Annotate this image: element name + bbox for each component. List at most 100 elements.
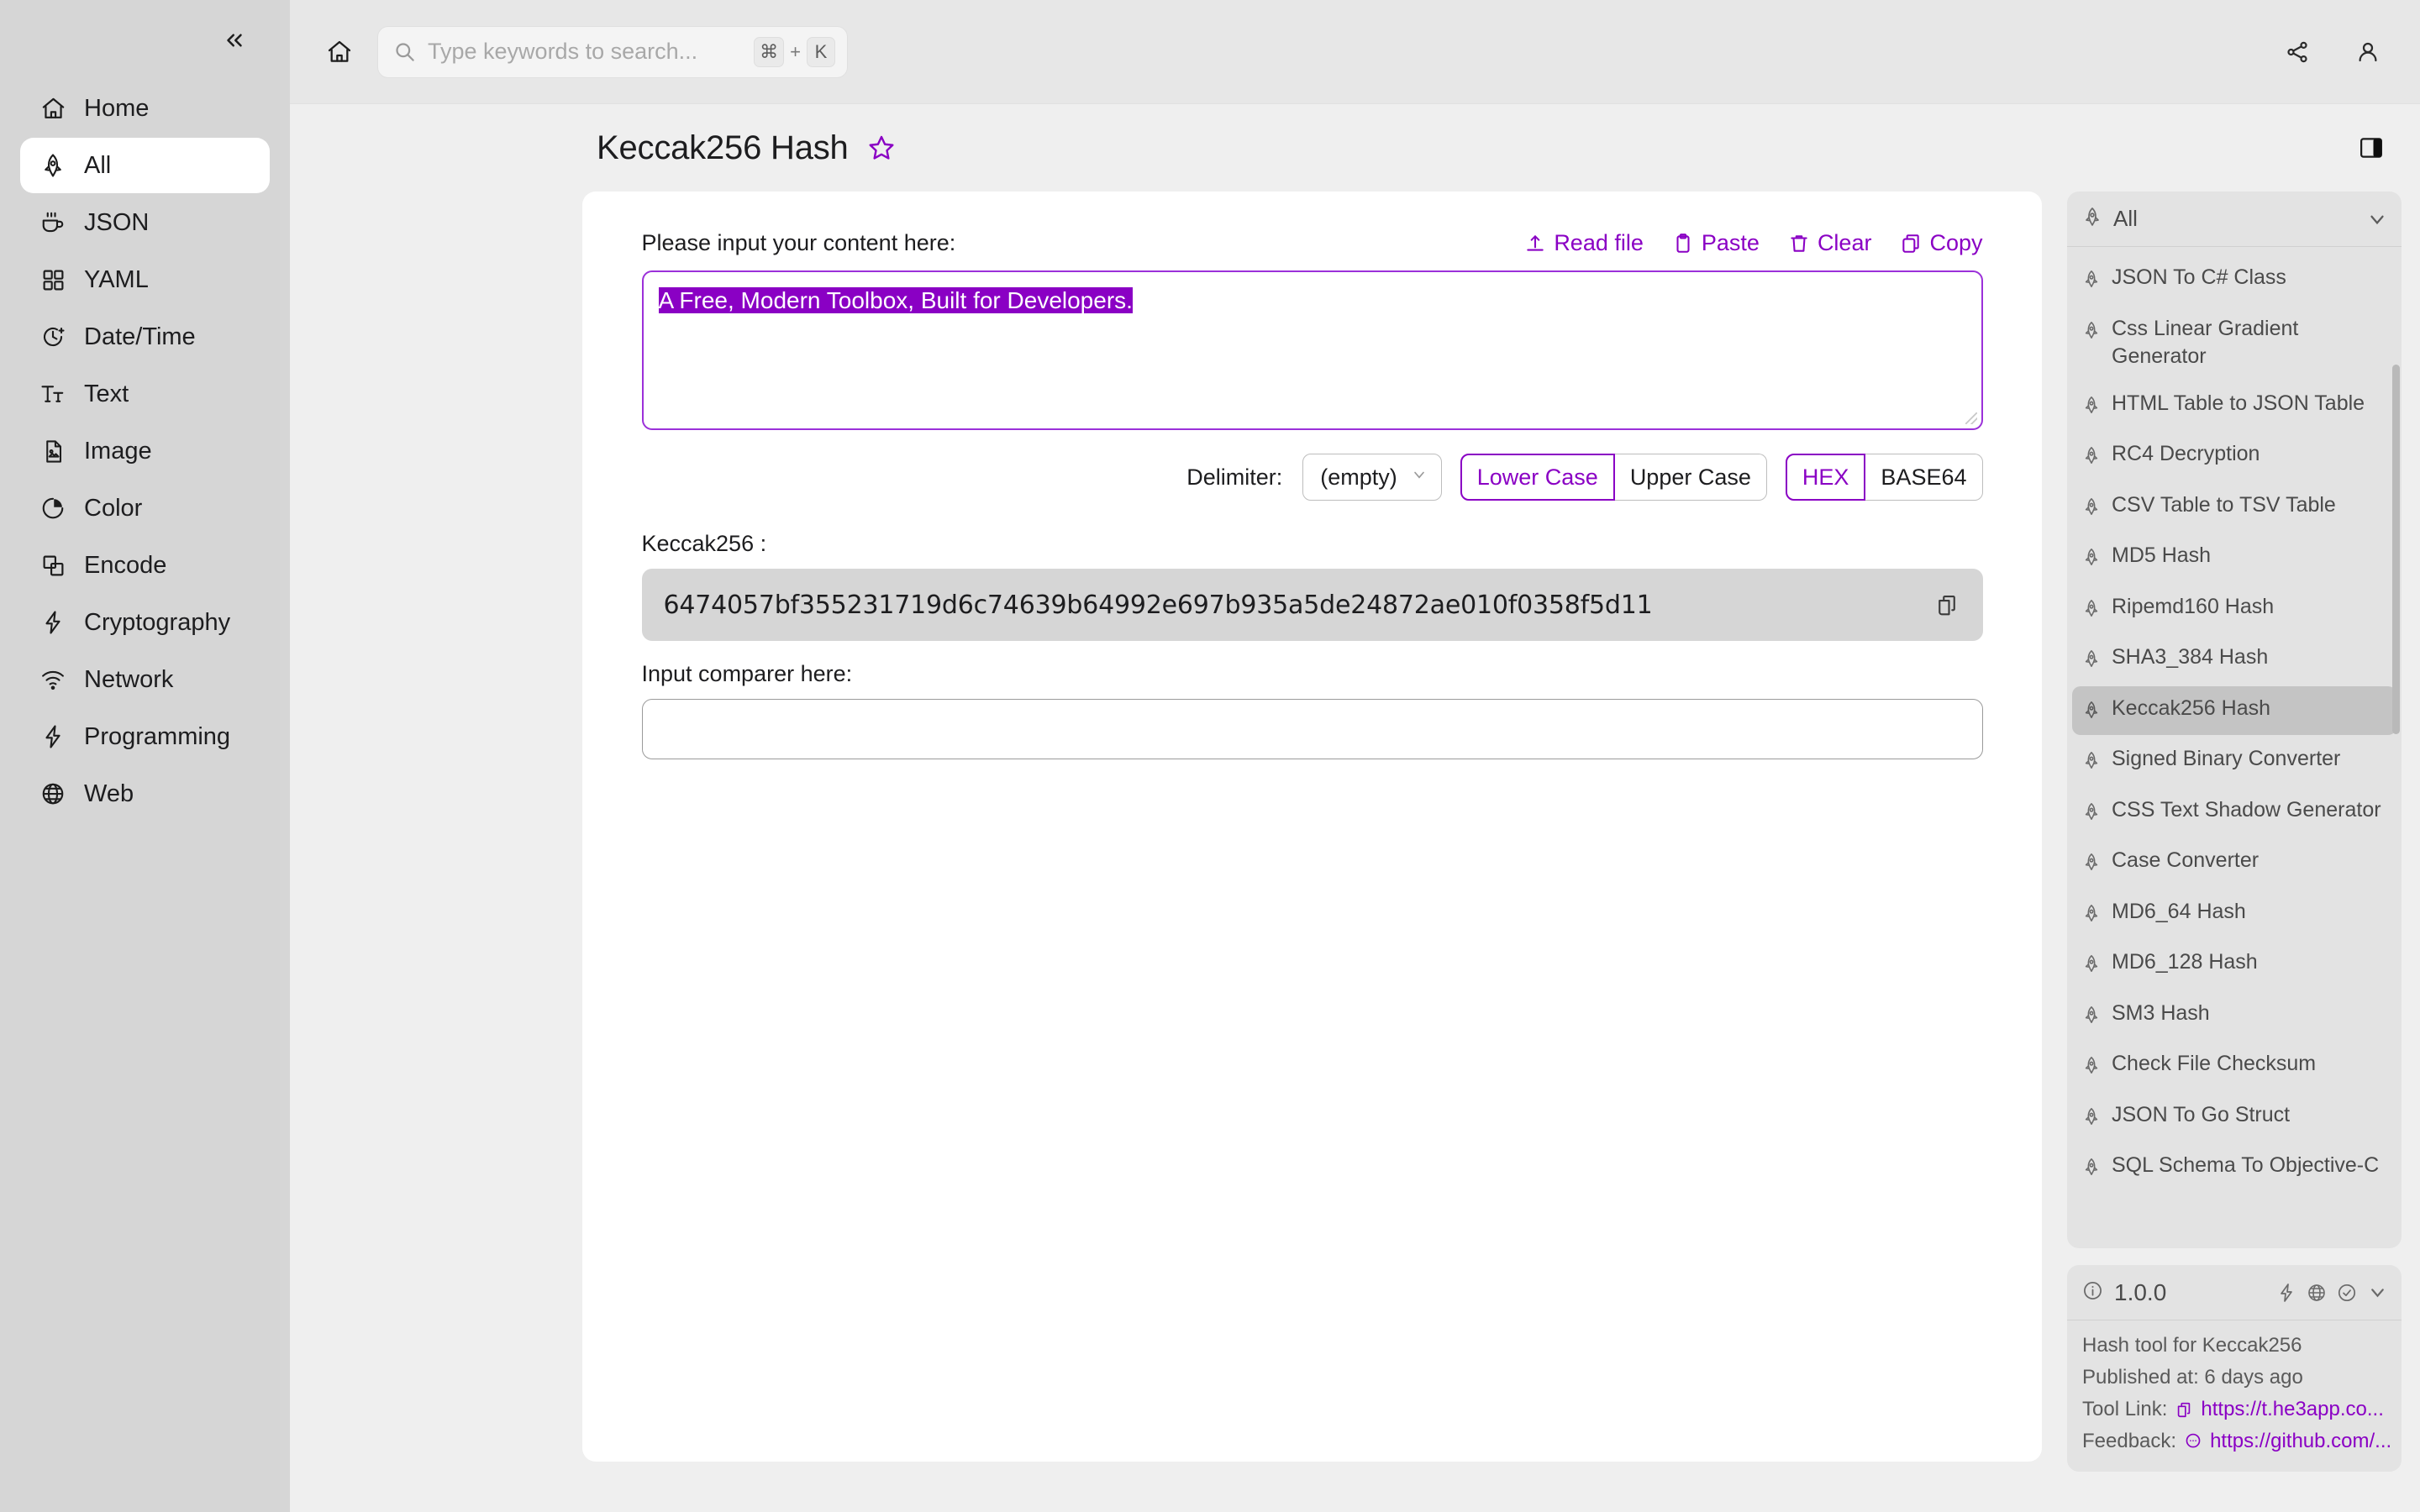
text-icon (39, 380, 67, 408)
tools-list-scrollbar[interactable] (2392, 365, 2400, 734)
list-item[interactable]: SHA3_384 Hash (2072, 635, 2396, 685)
search-input[interactable]: Type keywords to search... ⌘ + K (377, 25, 848, 78)
rocket-icon (2082, 1156, 2102, 1184)
list-item-label: Signed Binary Converter (2112, 747, 2341, 770)
panel-right-icon[interactable] (2351, 128, 2391, 168)
sidebar: Home All JSON YAML Date/Time Text Image … (0, 0, 290, 1512)
list-item-label: MD6_128 Hash (2112, 950, 2258, 974)
list-item[interactable]: JSON To C# Class (2072, 255, 2396, 305)
sidebar-item-text[interactable]: Text (20, 366, 270, 422)
clear-button[interactable]: Clear (1788, 230, 1871, 256)
feedback-value[interactable]: https://github.com/... (2184, 1430, 2391, 1453)
list-item-label: Css Linear Gradient Generator (2112, 316, 2299, 369)
tools-filter-dropdown[interactable]: All (2067, 192, 2402, 247)
home-icon[interactable] (317, 29, 362, 75)
list-item[interactable]: MD6_64 Hash (2072, 890, 2396, 939)
hex-option[interactable]: HEX (1785, 454, 1866, 501)
star-icon[interactable] (867, 134, 896, 162)
rocket-icon (2082, 699, 2102, 727)
copy-button[interactable]: Copy (1900, 230, 1983, 256)
comparer-input[interactable] (641, 699, 1983, 759)
bolt-icon (39, 722, 67, 751)
copy-label: Copy (1929, 230, 1983, 255)
sidebar-item-network[interactable]: Network (20, 652, 270, 707)
sidebar-item-all[interactable]: All (20, 138, 270, 193)
sidebar-item-label: Programming (84, 722, 231, 750)
tool-link-value[interactable]: https://t.he3app.co... (2175, 1398, 2384, 1421)
read-file-button[interactable]: Read file (1524, 230, 1644, 256)
paste-button[interactable]: Paste (1672, 230, 1760, 256)
sidebar-item-json[interactable]: JSON (20, 195, 270, 250)
list-item[interactable]: MD6_128 Hash (2072, 940, 2396, 990)
input-actions: Read file Paste Clear Copy (1524, 230, 1983, 256)
list-item[interactable]: HTML Table to JSON Table (2072, 381, 2396, 431)
list-item-label: Ripemd160 Hash (2112, 594, 2275, 618)
chevrons-left-icon[interactable] (216, 22, 253, 59)
sidebar-item-label: Date/Time (84, 323, 196, 350)
copy-icon[interactable] (1926, 584, 1968, 626)
feedback-text: https://github.com/... (2210, 1430, 2392, 1452)
resize-handle[interactable] (1965, 412, 1977, 424)
app-root: Home All JSON YAML Date/Time Text Image … (0, 0, 2420, 1512)
sidebar-item-encode[interactable]: Encode (20, 538, 270, 593)
clock-icon (39, 323, 67, 351)
upper-case-option[interactable]: Upper Case (1614, 454, 1767, 501)
list-item[interactable]: Signed Binary Converter (2072, 737, 2396, 786)
sidebar-item-label: Text (84, 380, 129, 407)
list-item-selected[interactable]: Keccak256 Hash (2072, 685, 2396, 735)
sidebar-item-image[interactable]: Image (20, 423, 270, 479)
list-item-label: SM3 Hash (2112, 1000, 2210, 1025)
sidebar-item-programming[interactable]: Programming (20, 709, 270, 764)
feedback-label: Feedback: (2082, 1430, 2177, 1452)
rocket-icon (39, 151, 67, 180)
sidebar-item-home[interactable]: Home (20, 81, 270, 136)
list-item[interactable]: Case Converter (2072, 838, 2396, 888)
sidebar-item-date-time[interactable]: Date/Time (20, 309, 270, 365)
tool-info-card: 1.0.0 Hash tool for Keccak256 Published … (2067, 1265, 2402, 1472)
list-item[interactable]: Ripemd160 Hash (2072, 585, 2396, 634)
output-label: Keccak256 : (641, 531, 767, 556)
list-item[interactable]: SQL Schema To Objective-C (2072, 1143, 2396, 1193)
rocket-icon (2082, 1105, 2102, 1134)
globe-icon[interactable] (2307, 1283, 2327, 1303)
sidebar-item-yaml[interactable]: YAML (20, 252, 270, 307)
list-item-label: CSV Table to TSV Table (2112, 492, 2336, 517)
wifi-icon (39, 665, 67, 694)
rocket-icon (2082, 801, 2102, 829)
rocket-icon (2082, 902, 2102, 931)
list-item-label: SHA3_384 Hash (2112, 645, 2269, 669)
content-textarea[interactable]: A Free, Modern Toolbox, Built for Develo… (641, 270, 1983, 430)
list-item-label: MD6_64 Hash (2112, 899, 2246, 923)
check-circle-icon[interactable] (2337, 1283, 2357, 1303)
read-file-label: Read file (1554, 230, 1644, 255)
sidebar-item-web[interactable]: Web (20, 766, 270, 822)
rocket-icon (2082, 496, 2102, 524)
list-item[interactable]: CSV Table to TSV Table (2072, 483, 2396, 533)
list-item[interactable]: Check File Checksum (2072, 1042, 2396, 1091)
bolt-icon[interactable] (2276, 1283, 2296, 1303)
list-item[interactable]: RC4 Decryption (2072, 432, 2396, 481)
sidebar-item-label: Encode (84, 551, 167, 579)
output-box: 6474057bf355231719d6c74639b64992e697b935… (641, 569, 1983, 641)
list-item[interactable]: SM3 Hash (2072, 991, 2396, 1041)
tool-link-row: Tool Link: https://t.he3app.co... (2082, 1398, 2386, 1421)
list-item[interactable]: JSON To Go Struct (2072, 1093, 2396, 1142)
delimiter-select[interactable]: (empty) (1302, 454, 1442, 501)
list-item[interactable]: Css Linear Gradient Generator (2072, 307, 2396, 380)
rocket-icon (2082, 444, 2102, 473)
input-label-row: Please input your content here: Read fil… (642, 230, 1983, 256)
rocket-icon (2082, 648, 2102, 676)
user-icon[interactable] (2348, 32, 2388, 72)
rocket-icon (2082, 268, 2102, 297)
right-panel: All JSON To C# Class Css Linear Gradient… (2067, 192, 2420, 1512)
lower-case-option[interactable]: Lower Case (1460, 454, 1615, 501)
paste-label: Paste (1701, 230, 1760, 255)
rocket-icon (2082, 851, 2102, 879)
list-item[interactable]: CSS Text Shadow Generator (2072, 788, 2396, 837)
share-icon[interactable] (2277, 32, 2317, 72)
chevron-down-icon[interactable] (2367, 1282, 2388, 1303)
list-item[interactable]: MD5 Hash (2072, 533, 2396, 583)
sidebar-item-cryptography[interactable]: Cryptography (20, 595, 270, 650)
sidebar-item-color[interactable]: Color (20, 480, 270, 536)
base64-option[interactable]: BASE64 (1865, 454, 1983, 501)
